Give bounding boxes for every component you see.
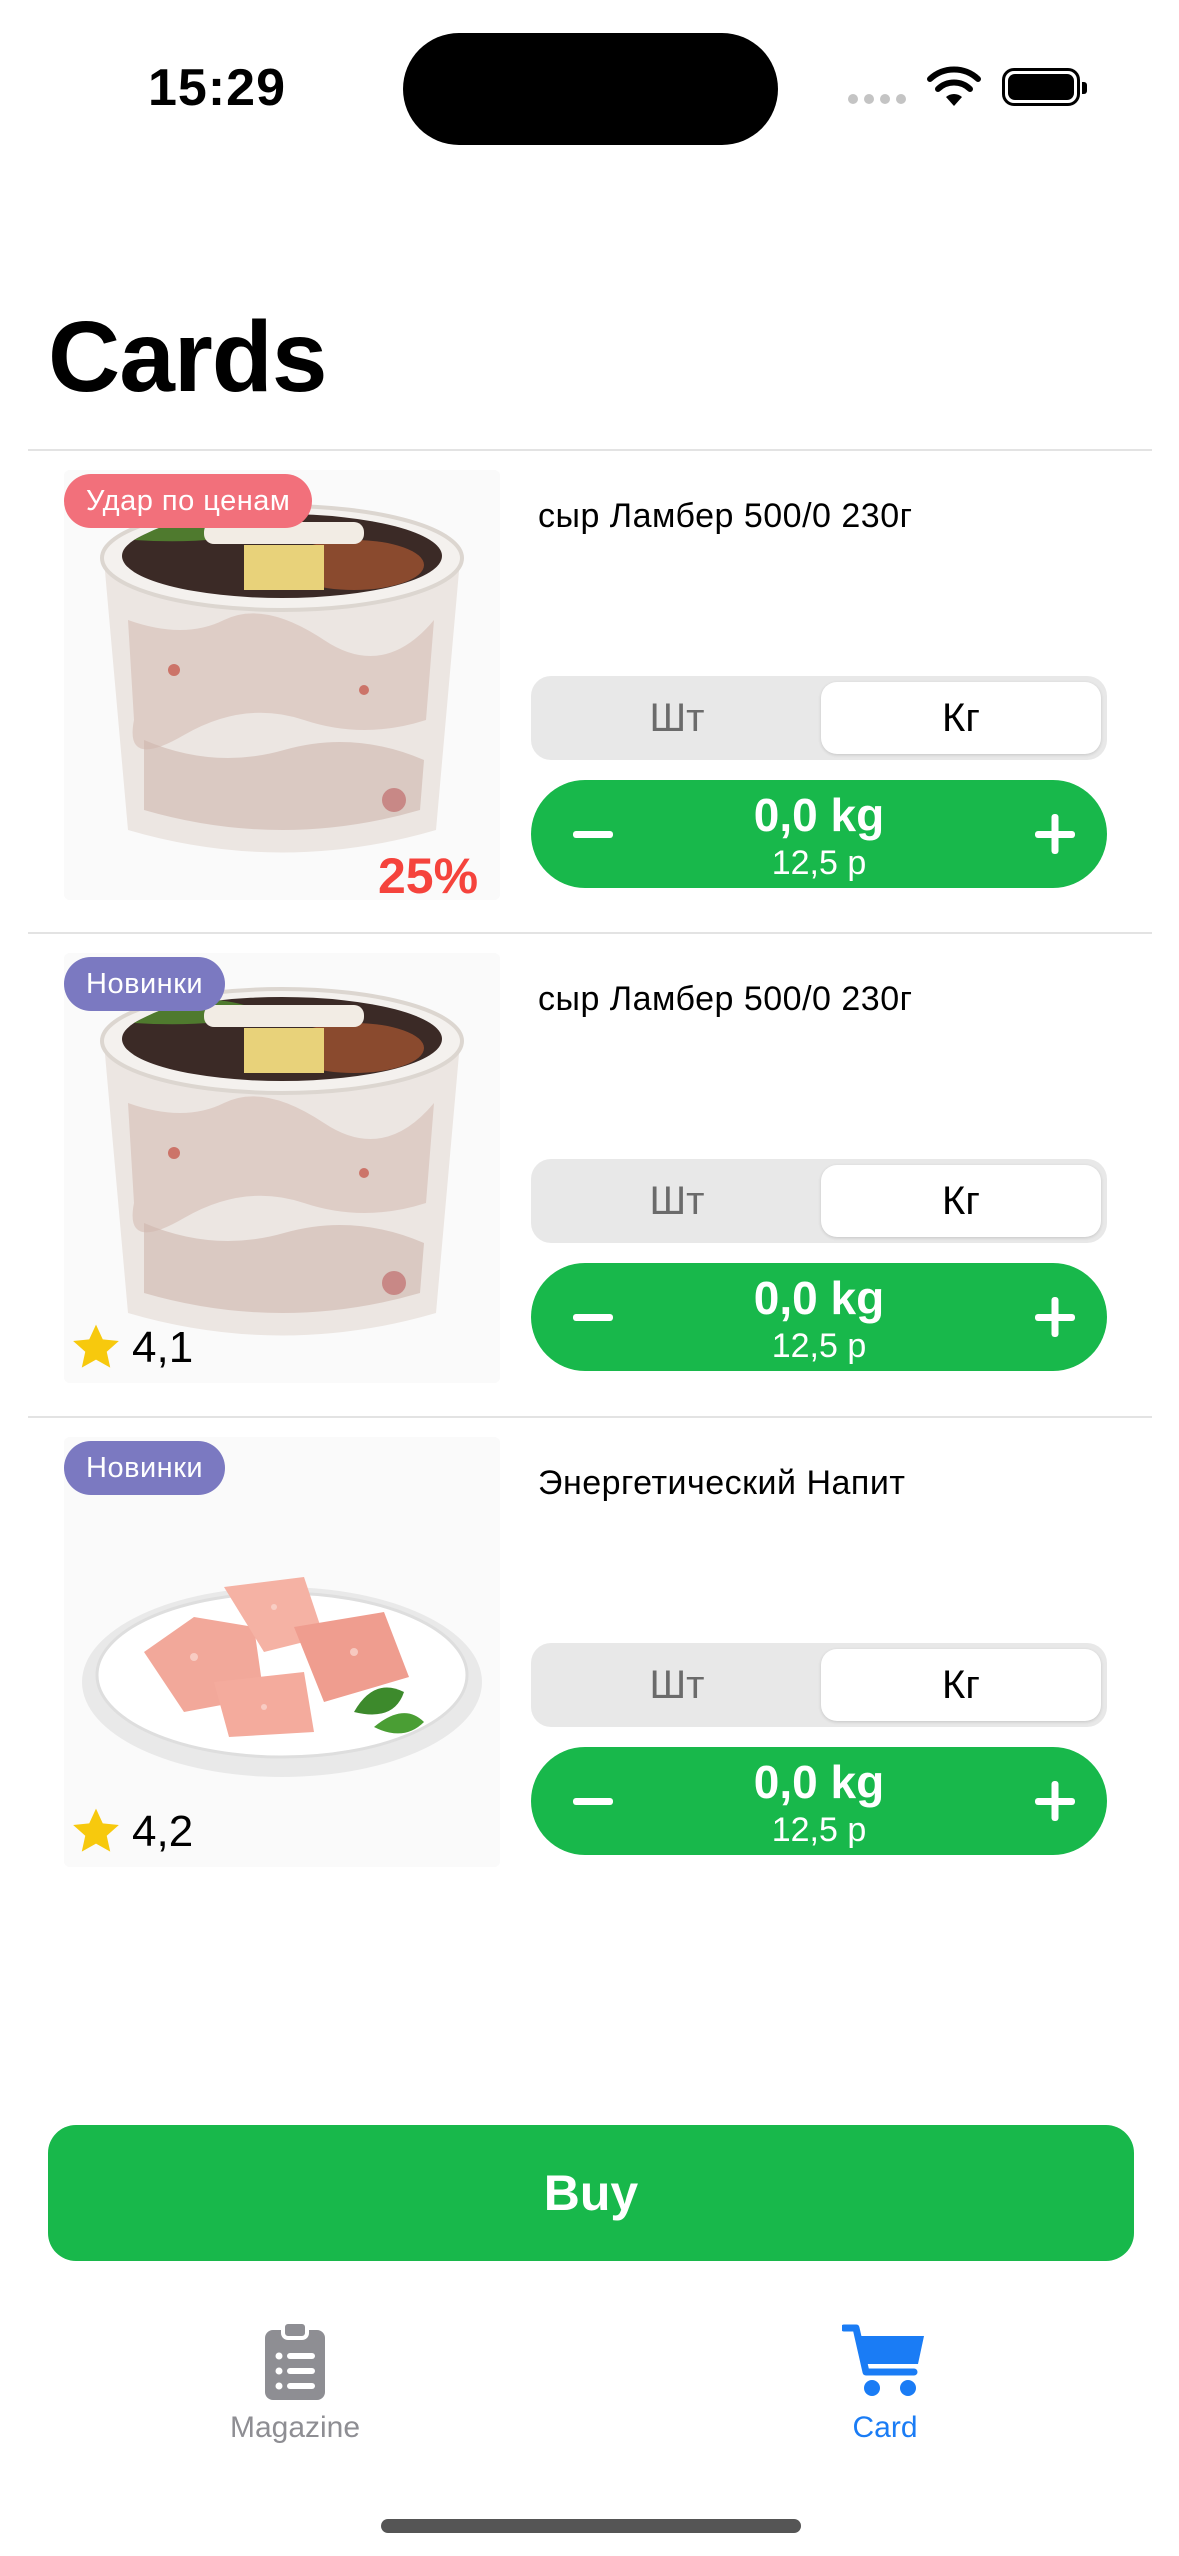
unit-option-kg[interactable]: Кг bbox=[821, 682, 1101, 754]
rating: 4,2 bbox=[68, 1804, 193, 1860]
page-title: Cards bbox=[48, 301, 327, 413]
tab-card[interactable]: Card bbox=[735, 2320, 1035, 2445]
tab-magazine[interactable]: Magazine bbox=[145, 2320, 445, 2445]
unit-segmented-control: Шт Кг bbox=[531, 1159, 1107, 1243]
unit-option-pieces[interactable]: Шт bbox=[537, 1649, 817, 1721]
star-icon bbox=[73, 1808, 119, 1852]
discount-label: 25% bbox=[378, 848, 479, 904]
plus-icon[interactable] bbox=[1015, 794, 1095, 874]
new-badge: Новинки bbox=[64, 1441, 226, 1495]
battery-icon bbox=[1002, 68, 1087, 106]
unit-segmented-control: Шт Кг bbox=[531, 1643, 1107, 1727]
status-time: 15:29 bbox=[148, 59, 286, 117]
rating: 4,1 bbox=[68, 1320, 193, 1376]
rating-value: 4,1 bbox=[132, 1323, 194, 1372]
unit-option-kg[interactable]: Кг bbox=[821, 1165, 1101, 1237]
dynamic-island bbox=[403, 33, 778, 145]
unit-option-pieces[interactable]: Шт bbox=[537, 1165, 817, 1237]
quantity-stepper: 0,0 kg 12,5 р bbox=[531, 1263, 1107, 1371]
quantity-stepper: 0,0 kg 12,5 р bbox=[531, 780, 1107, 888]
quantity-stepper: 0,0 kg 12,5 р bbox=[531, 1747, 1107, 1855]
divider bbox=[28, 1416, 1152, 1418]
tab-magazine-label: Magazine bbox=[229, 2411, 361, 2444]
cart-item-card: Новинки 4,1 сыр Ламбер 500/0 230г Шт Кг … bbox=[28, 935, 1152, 1415]
product-name: Энергетический Напит bbox=[538, 1464, 906, 1502]
divider bbox=[28, 932, 1152, 934]
status-bar: 15:29 bbox=[0, 0, 1179, 170]
wifi-icon bbox=[927, 66, 981, 106]
clipboard-list-icon bbox=[265, 2320, 325, 2400]
star-icon bbox=[73, 1324, 119, 1368]
cart-item-card: Удар по ценам 25% сыр Ламбер 500/0 230г … bbox=[28, 452, 1152, 932]
tab-bar: Magazine Card bbox=[0, 2300, 1179, 2556]
home-indicator bbox=[381, 2519, 801, 2533]
plus-icon[interactable] bbox=[1015, 1761, 1095, 1841]
new-badge: Новинки bbox=[64, 957, 226, 1011]
buy-button[interactable]: Buy bbox=[48, 2125, 1134, 2261]
product-name: сыр Ламбер 500/0 230г bbox=[538, 980, 913, 1018]
plus-icon[interactable] bbox=[1015, 1277, 1095, 1357]
divider bbox=[28, 449, 1152, 451]
rating-value: 4,2 bbox=[132, 1807, 194, 1856]
product-image bbox=[64, 953, 500, 1383]
product-name: сыр Ламбер 500/0 230г bbox=[538, 497, 913, 535]
unit-option-pieces[interactable]: Шт bbox=[537, 682, 817, 754]
cart-icon bbox=[840, 2324, 924, 2396]
unit-segmented-control: Шт Кг bbox=[531, 676, 1107, 760]
cart-item-card: Новинки 4,2 Энергетический Напит Шт Кг 0… bbox=[28, 1419, 1152, 1899]
cellular-signal-icon bbox=[848, 94, 906, 104]
product-image bbox=[64, 470, 500, 900]
product-image bbox=[64, 1437, 500, 1867]
promo-badge: Удар по ценам bbox=[64, 474, 313, 528]
tab-card-label: Card bbox=[852, 2411, 918, 2444]
unit-option-kg[interactable]: Кг bbox=[821, 1649, 1101, 1721]
